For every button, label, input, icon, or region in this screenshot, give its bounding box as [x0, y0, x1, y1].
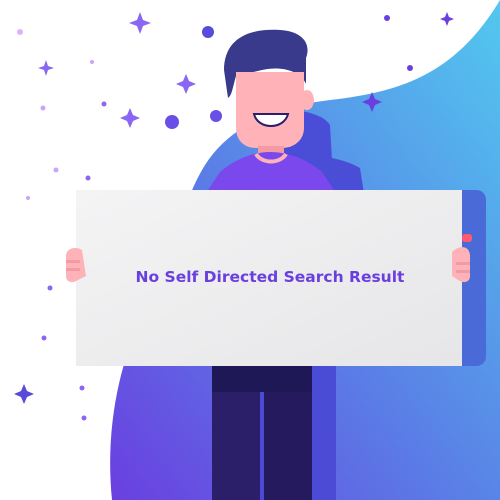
dot-icon — [81, 415, 87, 421]
dot-icon — [384, 15, 390, 21]
dot-icon — [165, 115, 179, 129]
dot-icon — [101, 101, 107, 107]
dot-icon — [79, 385, 85, 391]
sparkle-icon — [176, 74, 196, 94]
sparkle-icon — [120, 108, 140, 128]
dot-icon — [407, 65, 413, 71]
sparkle-icon — [38, 60, 54, 76]
dot-icon — [85, 175, 91, 181]
sparkle-icon — [129, 12, 151, 34]
dot-icon — [41, 335, 47, 341]
sparkle-icon — [14, 384, 34, 404]
dot-icon — [90, 60, 94, 64]
illustration-svg — [14, 0, 500, 500]
sparkle-icon — [440, 12, 454, 26]
dot-icon — [53, 167, 59, 173]
dot-icon — [47, 285, 53, 291]
dot-icon — [26, 196, 30, 200]
dot-icon — [210, 110, 222, 122]
empty-state-illustration: No Self Directed Search Result — [0, 0, 500, 500]
dot-icon — [17, 29, 23, 35]
dot-icon — [40, 105, 46, 111]
dot-icon — [202, 26, 214, 38]
empty-state-message: No Self Directed Search Result — [135, 268, 405, 286]
head — [236, 72, 304, 148]
